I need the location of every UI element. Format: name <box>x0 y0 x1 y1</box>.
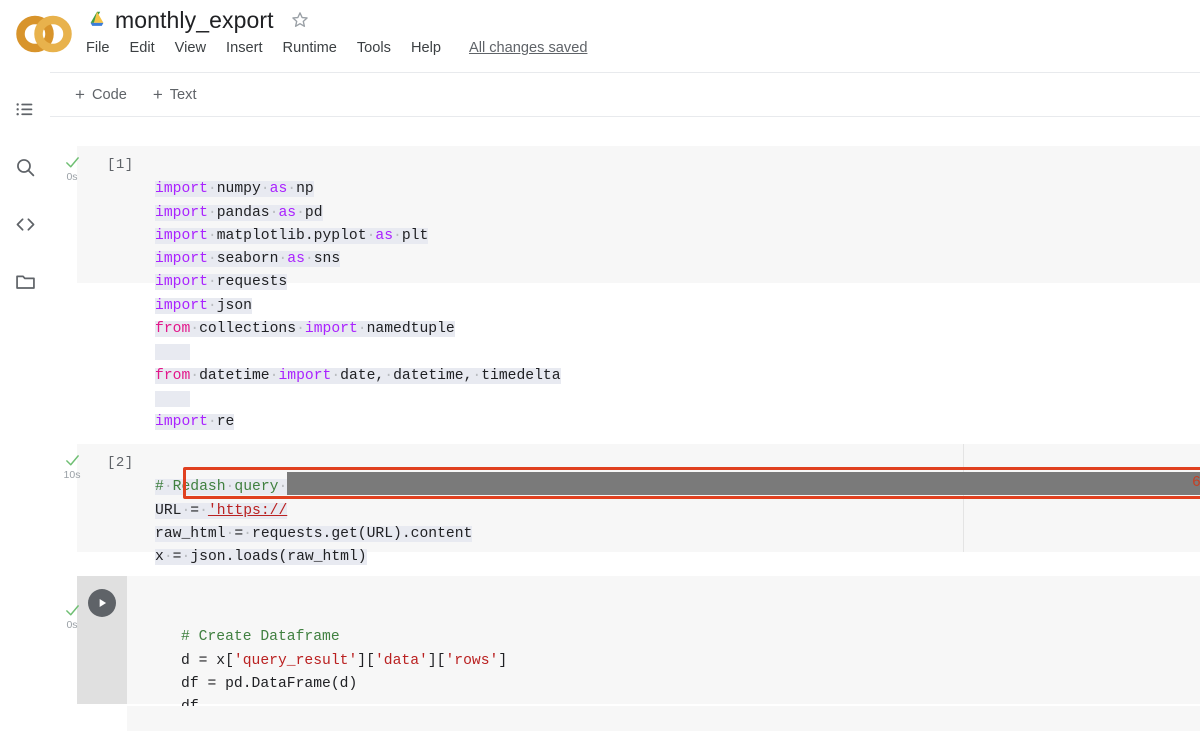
code-cell: 10s [2] #·Redash·query·resultにリクエストURL·=… <box>50 444 1200 566</box>
code-line: d = x['query_result']['data']['rows'] <box>181 652 508 669</box>
folder-icon <box>15 274 35 289</box>
sidebar-item-files[interactable] <box>11 267 39 295</box>
cell-execution-indicator[interactable]: 0s <box>55 154 89 184</box>
sidebar-item-snippets[interactable] <box>11 210 39 238</box>
url-highlight-box <box>183 467 1200 499</box>
add-text-label: Text <box>169 86 197 103</box>
code-line <box>155 341 561 364</box>
add-code-cell-button[interactable]: + Code <box>68 83 134 106</box>
green-check-icon <box>65 455 79 466</box>
code-line: import·seaborn·as·sns <box>155 251 341 268</box>
run-cell-button[interactable] <box>88 589 116 617</box>
sidebar-item-toc[interactable] <box>11 96 39 124</box>
code-cell: 0s [1] import·numpy·as·np import·pandas·a… <box>50 146 1200 431</box>
menu-item-file[interactable]: File <box>86 40 110 56</box>
menu-item-help[interactable]: Help <box>411 40 441 56</box>
code-line: from·datetime·import·date,·datetime,·tim… <box>155 367 561 384</box>
code-line: import·re <box>155 414 235 431</box>
code-line: df = pd.DataFrame(d) <box>181 675 358 692</box>
code-line: x·=·json.loads(raw_html) <box>155 549 367 566</box>
code-line: from·collections·import·namedtuple <box>155 321 455 338</box>
menu-item-tools[interactable]: Tools <box>357 40 391 56</box>
code-line: raw_html·=·requests.get(URL).content <box>155 525 473 542</box>
menu-item-runtime[interactable]: Runtime <box>283 40 337 56</box>
menu-bar: File Edit View Insert Runtime Tools Help… <box>86 40 587 56</box>
add-text-cell-button[interactable]: + Text <box>146 83 204 106</box>
code-line: URL·=·'https:// <box>155 502 288 519</box>
menu-item-edit[interactable]: Edit <box>130 40 155 56</box>
code-line: import·matplotlib.pyplot·as·plt <box>155 227 429 244</box>
green-check-icon <box>65 157 79 168</box>
colab-window: monthly_export File Edit View Insert Run… <box>0 0 1200 731</box>
cell-execution-indicator[interactable]: 10s <box>55 452 89 482</box>
code-line <box>155 388 561 411</box>
plus-icon: + <box>75 85 85 104</box>
menu-item-insert[interactable]: Insert <box>226 40 263 56</box>
menu-item-view[interactable]: View <box>175 40 206 56</box>
notebook-toolbar: + Code + Text <box>50 73 1200 116</box>
cell-source-code[interactable]: import·numpy·as·np import·pandas·as·pd imp… <box>155 155 561 481</box>
cell-output-area[interactable] <box>127 706 1200 731</box>
star-outline-icon[interactable] <box>289 9 311 31</box>
annotation-trailing-text: 6 <box>1192 475 1200 491</box>
add-code-label: Code <box>91 86 127 103</box>
code-line: import·requests <box>155 274 288 291</box>
code-line: import·pandas·as·pd <box>155 204 323 221</box>
cell-index-label: [2] <box>107 455 134 471</box>
cell-output-gutter <box>77 704 127 731</box>
cell-exec-time: 0s <box>66 171 78 183</box>
code-line: # Create Dataframe <box>181 629 340 646</box>
code-line: import·json <box>155 297 252 314</box>
plus-icon: + <box>152 85 163 104</box>
code-cell-focused: 0s # Create Dataframe d = x['query_result… <box>50 576 1200 731</box>
cell-execution-indicator[interactable]: 0s <box>55 602 89 632</box>
table-of-contents-icon <box>16 103 33 116</box>
top-bar: monthly_export File Edit View Insert Run… <box>0 0 1200 72</box>
google-drive-icon <box>90 11 104 26</box>
left-rail <box>0 72 50 731</box>
document-title-row: monthly_export <box>86 3 311 37</box>
cell-exec-time: 0s <box>66 619 78 631</box>
code-snippets-icon <box>16 217 34 231</box>
code-line: import·numpy·as·np <box>155 181 314 198</box>
colab-logo-icon[interactable] <box>14 14 76 54</box>
sidebar-item-search[interactable] <box>11 153 39 181</box>
green-check-icon <box>65 605 79 616</box>
cell-exec-time: 10s <box>63 469 81 481</box>
page-title[interactable]: monthly_export <box>115 7 274 34</box>
notebook-body[interactable]: 0s [1] import·numpy·as·np import·pandas·a… <box>50 117 1200 731</box>
cell-index-label: [1] <box>107 157 134 173</box>
play-button-icon <box>99 599 107 607</box>
search-icon <box>16 158 34 176</box>
save-status[interactable]: All changes saved <box>469 40 587 56</box>
